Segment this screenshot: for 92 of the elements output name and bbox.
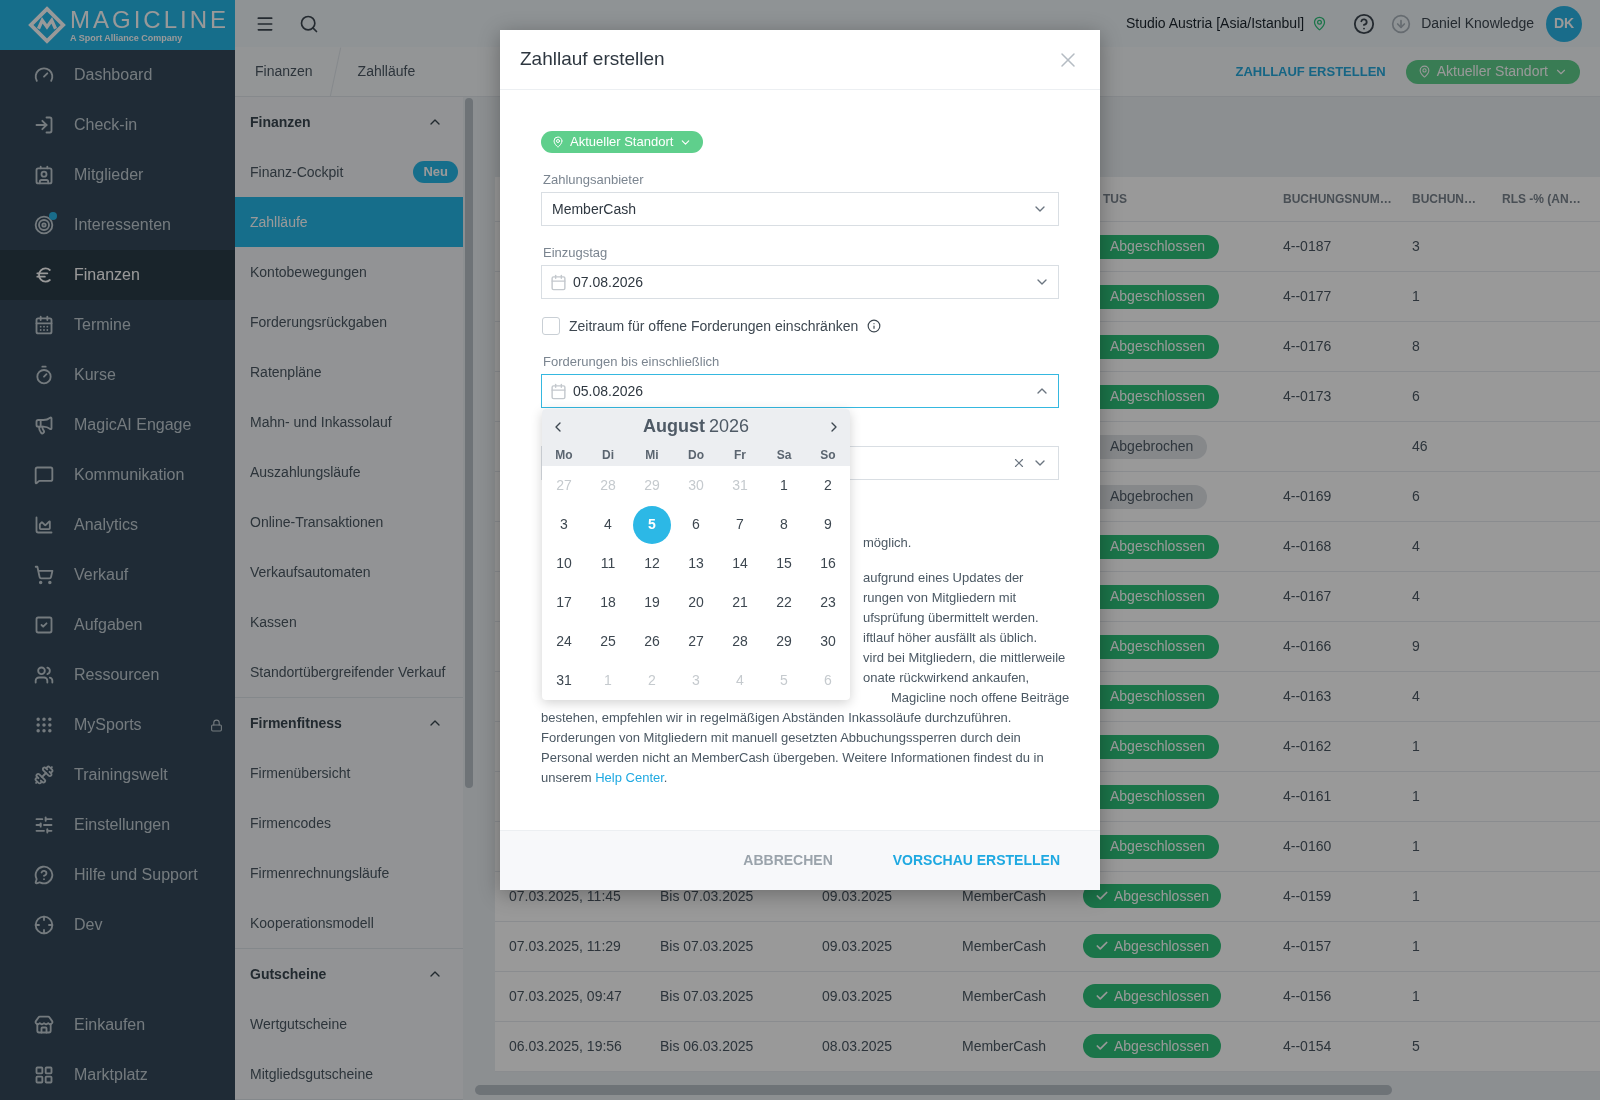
- year-label: 2026: [708, 415, 749, 438]
- table-cell: 4--0176: [1283, 338, 1332, 354]
- table-cell: MemberCash: [962, 1038, 1047, 1054]
- table-cell: 1: [1412, 788, 1420, 804]
- table-cell: 4--0167: [1283, 588, 1332, 604]
- status-badge: Abgebrochen: [1100, 434, 1208, 459]
- checkbox-label: Zeitraum für offene Forderungen einschränken: [569, 316, 859, 336]
- table-cell: Bis 07.03.2025: [660, 888, 754, 904]
- table-cell: 1: [1412, 888, 1420, 904]
- status-badge: Abgeschlossen: [1083, 934, 1221, 958]
- status-badge: Abgeschlossen: [1083, 884, 1221, 908]
- table-cell: 4--0154: [1283, 1038, 1332, 1054]
- status-badge: Abgeschlossen: [1100, 634, 1219, 659]
- table-cell: 4--0160: [1283, 838, 1332, 854]
- modal-title: Zahllauf erstellen: [520, 47, 666, 72]
- table-cell: 4--0157: [1283, 938, 1332, 954]
- table-cell: 4--0168: [1283, 538, 1332, 554]
- table-cell: Bis 06.03.2025: [660, 1038, 754, 1054]
- table-cell: 4--0162: [1283, 738, 1332, 754]
- table-cell: 4--0163: [1283, 688, 1332, 704]
- weekday-label: Di: [601, 447, 615, 464]
- status-badge: Abgeschlossen: [1100, 584, 1219, 609]
- table-cell: 4--0169: [1283, 488, 1332, 504]
- table-cell: 1: [1412, 738, 1420, 754]
- weekday-label: So: [819, 447, 837, 464]
- table-cell: MemberCash: [962, 938, 1047, 954]
- text-fragment: vird bei Mitgliedern, die mittlerweile: [863, 649, 1066, 667]
- text-fragment: rungen von Mitgliedern mit: [863, 589, 1017, 607]
- table-cell: 08.03.2025: [822, 1038, 893, 1054]
- table-cell: 1: [1412, 938, 1420, 954]
- status-badge: Abgeschlossen: [1083, 1034, 1221, 1058]
- info-paragraph: bestehen, empfehlen wir in regelmäßigen Abständen Inkassoläufe durchzuführen. Forderungen von Mitgliedern mit manuell gesetzten Abbuchungssperren durch dein Personal werden nicht an MemberCash übergeben. Weitere Informationen findest du in unserem Help Center.: [541, 709, 1045, 787]
- table-cell: 1: [1412, 988, 1420, 1004]
- status-badge: Abgeschlossen: [1100, 684, 1219, 709]
- status-badge: Abgeschlossen: [1100, 384, 1219, 409]
- table-cell: 4--0166: [1283, 638, 1332, 654]
- text-fragment: ufsprüfung übermittelt werden.: [863, 609, 1039, 627]
- text-fragment: möglich.: [862, 534, 913, 552]
- table-cell: 4--0159: [1283, 888, 1332, 904]
- table-cell: Bis 07.03.2025: [660, 988, 754, 1004]
- text-fragment: onate rückwirkend ankaufen,: [863, 669, 1030, 687]
- table-cell: 09.03.2025: [822, 988, 893, 1004]
- table-cell: 3: [1412, 238, 1420, 254]
- status-badge: Abgeschlossen: [1100, 784, 1219, 809]
- table-cell: 4: [1412, 588, 1420, 604]
- table-cell: 4--0156: [1283, 988, 1332, 1004]
- table-cell: MemberCash: [962, 888, 1047, 904]
- table-cell: 4--0173: [1283, 388, 1332, 404]
- month-label: August: [642, 415, 705, 438]
- table-cell: 4: [1412, 688, 1420, 704]
- field-label: Einzugstag: [542, 244, 609, 261]
- table-cell: 8: [1412, 338, 1420, 354]
- table-cell: 07.03.2025, 11:45: [509, 888, 621, 904]
- table-cell: MemberCash: [962, 988, 1047, 1004]
- field-label: Forderungen bis einschließlich: [542, 353, 721, 370]
- text-fragment: Magicline noch offene Beiträge: [891, 689, 1070, 707]
- table-cell: 07.03.2025, 11:29: [509, 938, 621, 954]
- table-cell: 07.03.2025, 09:47: [509, 988, 622, 1004]
- text-fragment: aufgrund eines Updates der: [863, 569, 1024, 587]
- status-badge: Abgeschlossen: [1100, 534, 1219, 559]
- weekday-label: Do: [687, 447, 705, 464]
- table-cell: Bis 07.03.2025: [660, 938, 754, 954]
- field-label: Zahlungsanbieter: [542, 171, 645, 188]
- table-cell: 4--0187: [1283, 238, 1332, 254]
- weekday-label: Fr: [733, 447, 747, 464]
- table-cell: 09.03.2025: [822, 888, 893, 904]
- weekday-label: Mo: [554, 447, 574, 464]
- table-cell: 46: [1412, 438, 1428, 454]
- status-badge: Abgeschlossen: [1100, 834, 1219, 859]
- status-badge: Abgeschlossen: [1083, 984, 1221, 1008]
- table-cell: 4--0161: [1283, 788, 1332, 804]
- status-badge: Abgebrochen: [1100, 484, 1208, 509]
- table-cell: 4--0177: [1283, 288, 1332, 304]
- table-cell: 6: [1412, 488, 1420, 504]
- table-cell: 1: [1412, 288, 1420, 304]
- table-cell: 9: [1412, 638, 1420, 654]
- new-badge: Neu: [413, 161, 458, 183]
- status-badge: Abgeschlossen: [1100, 234, 1219, 259]
- weekday-label: Mi: [644, 447, 660, 464]
- logo-text: MAGICLINE: [70, 7, 230, 33]
- table-cell: 09.03.2025: [822, 938, 893, 954]
- logo-tagline: A Sport Alliance Company: [70, 33, 184, 43]
- status-badge: Abgeschlossen: [1100, 284, 1219, 309]
- table-cell: 06.03.2025, 19:56: [509, 1038, 622, 1054]
- table-cell: 4: [1412, 538, 1420, 554]
- table-cell: 1: [1412, 838, 1420, 854]
- status-badge: Abgeschlossen: [1100, 734, 1219, 759]
- status-badge: Abgeschlossen: [1100, 334, 1219, 359]
- table-cell: 6: [1412, 388, 1420, 404]
- weekday-label: Sa: [775, 447, 793, 464]
- table-cell: 5: [1412, 1038, 1420, 1054]
- text-fragment: iftlauf höher ausfällt als üblich.: [863, 629, 1038, 647]
